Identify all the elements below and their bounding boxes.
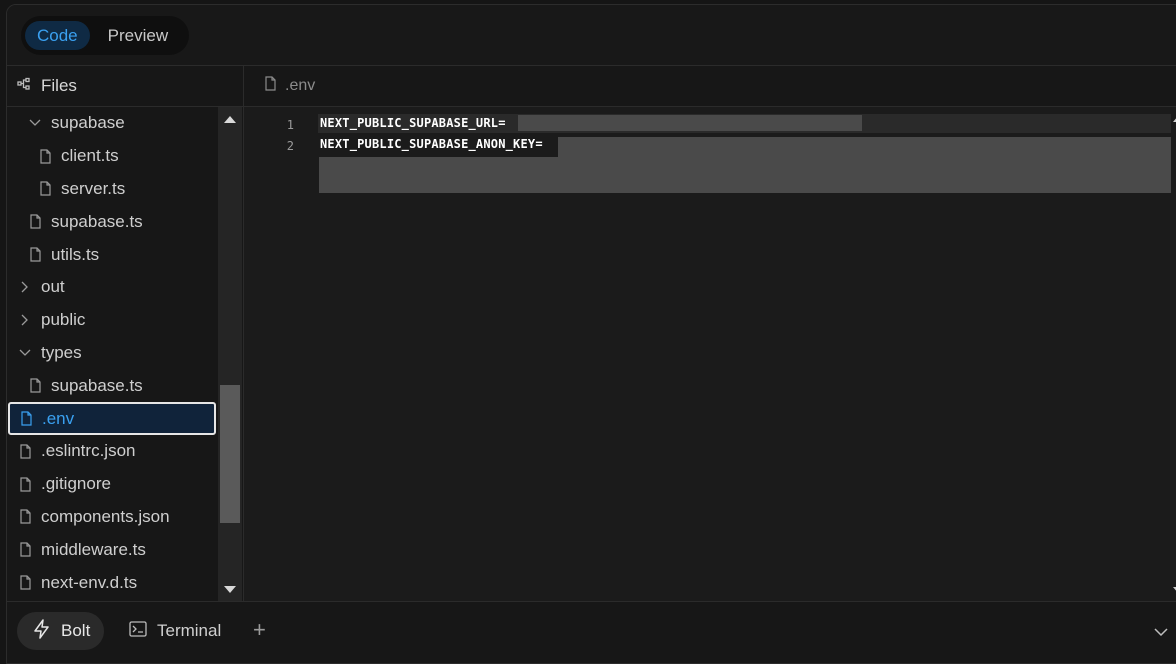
files-header: Files [7, 66, 243, 107]
lightning-icon [33, 618, 51, 644]
code-line: 1 [244, 114, 294, 135]
line-number: 2 [286, 138, 294, 153]
tree-folder[interactable]: public [7, 304, 218, 337]
add-tab-button[interactable]: + [253, 619, 266, 641]
tree-file[interactable]: .gitignore [7, 468, 218, 501]
tree-item-label: public [41, 310, 86, 330]
files-panel: Files supabase client.ts server.ts supabase… [7, 66, 244, 601]
tree-file[interactable]: components.json [7, 501, 218, 534]
tree-file[interactable]: supabase.ts [7, 369, 218, 402]
tree-item-label: components.json [41, 506, 170, 526]
terminal-icon [129, 620, 147, 642]
editor-file-name: .env [285, 77, 316, 94]
tree-item-label: .env [42, 408, 75, 428]
chevron-down-icon [17, 345, 33, 361]
tab-preview[interactable]: Preview [96, 21, 180, 50]
tab-terminal-label: Terminal [157, 621, 222, 640]
tree-file[interactable]: server.ts [7, 173, 218, 206]
tab-bolt-label: Bolt [61, 621, 91, 640]
tree-item-label: .eslintrc.json [41, 441, 136, 461]
tree-item-label: supabase.ts [51, 375, 143, 395]
tree-file[interactable]: utils.ts [7, 238, 218, 271]
workbench-window: Code Preview Files supabase client.ts serv… [6, 4, 1176, 664]
file-icon [37, 181, 53, 197]
scroll-up-arrow-icon[interactable] [224, 116, 236, 123]
tab-bolt[interactable]: Bolt [17, 612, 105, 650]
editor-panel: .env 1 NEXT_PUBLIC_SUPABASE_URL= 2 NEXT_… [244, 66, 1176, 601]
file-tree-icon [17, 76, 31, 96]
file-icon [37, 148, 53, 164]
file-icon [27, 378, 43, 394]
scrollbar-thumb[interactable] [220, 385, 240, 523]
code-line: 2 [244, 135, 294, 156]
tab-terminal[interactable]: Terminal [129, 612, 221, 650]
tree-item-label: utils.ts [51, 244, 100, 264]
file-icon [18, 411, 34, 427]
redacted-value [319, 157, 1176, 193]
tab-code[interactable]: Code [25, 21, 90, 50]
file-icon [17, 443, 33, 459]
tree-folder[interactable]: out [7, 271, 218, 304]
tree-file[interactable]: next-env.d.ts [7, 566, 218, 599]
chevron-down-icon [27, 115, 43, 131]
tree-item-label: .gitignore [41, 474, 111, 494]
tree-folder[interactable]: supabase [7, 107, 218, 140]
bottom-bar: Bolt Terminal + [7, 601, 1176, 663]
line-number: 1 [286, 117, 294, 132]
file-icon [27, 247, 43, 263]
file-icon [17, 542, 33, 558]
file-icon [27, 214, 43, 230]
code-area[interactable]: 1 NEXT_PUBLIC_SUPABASE_URL= 2 NEXT_PUBLI… [244, 107, 1176, 601]
tree-item-label: next-env.d.ts [41, 572, 138, 592]
tree-file[interactable]: .eslintrc.json [7, 435, 218, 468]
editor-scrollbar[interactable] [1171, 107, 1176, 601]
file-tree-scrollbar[interactable] [218, 107, 242, 601]
code-line-text: NEXT_PUBLIC_SUPABASE_URL= [320, 116, 506, 130]
file-icon [17, 509, 33, 525]
tree-file[interactable]: supabase.ts [7, 205, 218, 238]
chevron-down-icon[interactable] [1153, 624, 1169, 642]
view-switcher: Code Preview [21, 16, 189, 55]
editor-file-tab[interactable]: .env [244, 66, 1176, 107]
tree-item-label: client.ts [61, 146, 119, 166]
tree-item-label: supabase.ts [51, 211, 143, 231]
scroll-down-arrow-icon[interactable] [224, 586, 236, 593]
tree-item-label: supabase [51, 113, 125, 133]
chevron-right-icon [17, 312, 33, 328]
tree-file[interactable]: client.ts [7, 140, 218, 173]
file-icon [264, 76, 277, 96]
file-tree: supabase client.ts server.ts supabase.ts uti… [7, 107, 218, 601]
tree-item-label: middleware.ts [41, 539, 146, 559]
tree-folder[interactable]: types [7, 337, 218, 370]
tree-item-label: types [41, 342, 82, 362]
tree-item-label: server.ts [61, 178, 126, 198]
tree-file[interactable]: .env [8, 402, 216, 435]
file-icon [17, 575, 33, 591]
code-line-text: NEXT_PUBLIC_SUPABASE_ANON_KEY= [320, 137, 543, 151]
file-icon [17, 476, 33, 492]
redacted-value [518, 115, 862, 131]
tree-file[interactable]: middleware.ts [7, 533, 218, 566]
tree-item-label: out [41, 277, 65, 297]
top-bar: Code Preview [7, 5, 1176, 66]
files-title: Files [41, 76, 77, 95]
redacted-value [558, 137, 1176, 159]
chevron-right-icon [17, 279, 33, 295]
